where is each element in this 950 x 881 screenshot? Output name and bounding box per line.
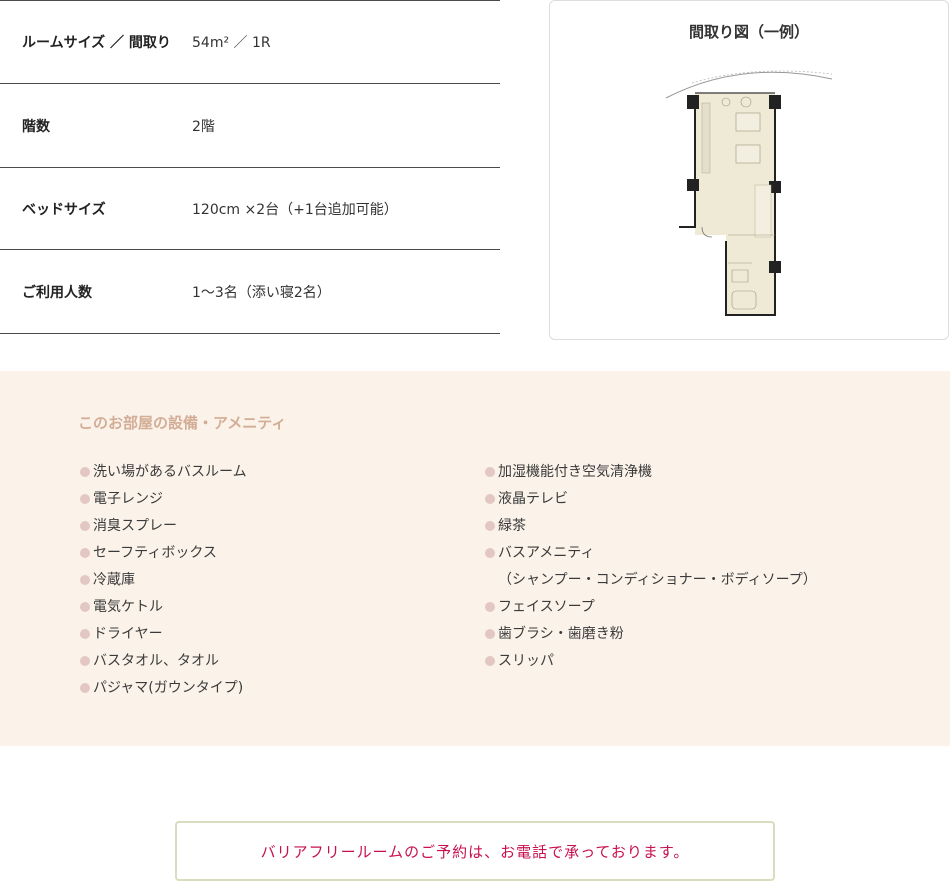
bullet-icon (80, 629, 90, 639)
reservation-text: バリアフリールームのご予約は、お電話で承っております。 (260, 842, 690, 861)
spec-value: 2階 (192, 118, 215, 135)
list-item: 加湿機能付き空気清浄機 (485, 462, 817, 489)
spec-value: 1〜3名（添い寝2名） (192, 284, 331, 301)
bullet-icon (80, 548, 90, 558)
spec-value: 120cm ×2台（+1台追加可能） (192, 201, 398, 218)
barrier-free-reservation-button[interactable]: バリアフリールームのご予約は、お電話で承っております。 (175, 821, 775, 881)
bullet-icon (80, 575, 90, 585)
amenity-label: 歯ブラシ・歯磨き粉 (498, 626, 624, 642)
floor-plan-title: 間取り図（一例） (688, 23, 809, 41)
spec-row-occupancy: ご利用人数 1〜3名（添い寝2名） (0, 250, 500, 334)
list-item: バスアメニティ (485, 543, 817, 570)
spec-row-bed-size: ベッドサイズ 120cm ×2台（+1台追加可能） (0, 168, 500, 250)
list-item: スリッパ (485, 651, 817, 678)
list-item: 緑茶 (485, 516, 817, 543)
spec-label: ベッドサイズ (22, 201, 106, 218)
bullet-icon (80, 494, 90, 504)
amenity-label: セーフティボックス (93, 545, 217, 561)
bullet-icon (80, 467, 90, 477)
bullet-icon (485, 602, 495, 612)
amenity-list-left: 洗い場があるバスルーム 電子レンジ 消臭スプレー セーフティボックス 冷蔵庫 電… (80, 462, 247, 705)
amenity-label: 消臭スプレー (93, 518, 177, 534)
amenity-label: スリッパ (498, 653, 554, 669)
amenity-label: 加湿機能付き空気清浄機 (498, 464, 652, 480)
list-item: 洗い場があるバスルーム (80, 462, 247, 489)
amenity-list-right: 加湿機能付き空気清浄機 液晶テレビ 緑茶 バスアメニティ （シャンプー・コンディ… (485, 462, 817, 678)
list-item: 冷蔵庫 (80, 570, 247, 597)
bullet-icon (485, 548, 495, 558)
amenity-label: 洗い場があるバスルーム (93, 464, 247, 480)
amenities-section: このお部屋の設備・アメニティ 洗い場があるバスルーム 電子レンジ 消臭スプレー … (0, 371, 950, 746)
bullet-icon (80, 683, 90, 693)
spec-label: 階数 (22, 118, 50, 135)
amenity-label: 液晶テレビ (498, 491, 568, 507)
spec-row-floor: 階数 2階 (0, 84, 500, 168)
amenity-label: バスタオル、タオル (93, 653, 219, 669)
amenity-label: 緑茶 (498, 518, 526, 534)
amenity-label: バスアメニティ (498, 545, 595, 561)
list-item: 電子レンジ (80, 489, 247, 516)
floor-plan-image (665, 70, 833, 316)
room-spec-table: ルームサイズ ／ 間取り 54m² ／ 1R 階数 2階 ベッドサイズ 120c… (0, 0, 500, 334)
list-item: パジャマ(ガウンタイプ) (80, 678, 247, 705)
bullet-icon (485, 629, 495, 639)
list-item: 電気ケトル (80, 597, 247, 624)
amenity-label: 電気ケトル (93, 599, 163, 615)
spec-label: ルームサイズ ／ 間取り (22, 35, 171, 51)
amenity-label: ドライヤー (93, 626, 163, 642)
spec-label: ご利用人数 (22, 284, 92, 301)
bath-amenity-note: （シャンプー・コンディショナー・ボディソープ） (485, 570, 817, 597)
amenity-label: フェイスソープ (498, 599, 595, 615)
amenity-label: パジャマ(ガウンタイプ) (93, 680, 244, 696)
list-item: セーフティボックス (80, 543, 247, 570)
spec-row-room-size: ルームサイズ ／ 間取り 54m² ／ 1R (0, 1, 500, 84)
list-item: ドライヤー (80, 624, 247, 651)
floor-plan-card: 間取り図（一例） (549, 0, 949, 340)
list-item: バスタオル、タオル (80, 651, 247, 678)
bullet-icon (485, 656, 495, 666)
list-item: フェイスソープ (485, 597, 817, 624)
bullet-icon (80, 656, 90, 666)
amenities-title: このお部屋の設備・アメニティ (78, 414, 287, 432)
amenity-label: 電子レンジ (93, 491, 163, 507)
list-item: 液晶テレビ (485, 489, 817, 516)
bullet-icon (80, 602, 90, 612)
bullet-icon (485, 467, 495, 477)
bullet-icon (485, 521, 495, 531)
amenity-note: （シャンプー・コンディショナー・ボディソープ） (498, 572, 817, 588)
list-item: 消臭スプレー (80, 516, 247, 543)
bullet-icon (485, 494, 495, 504)
list-item: 歯ブラシ・歯磨き粉 (485, 624, 817, 651)
spec-value: 54m² ／ 1R (192, 35, 271, 51)
amenity-label: 冷蔵庫 (93, 572, 135, 588)
bullet-icon (80, 521, 90, 531)
